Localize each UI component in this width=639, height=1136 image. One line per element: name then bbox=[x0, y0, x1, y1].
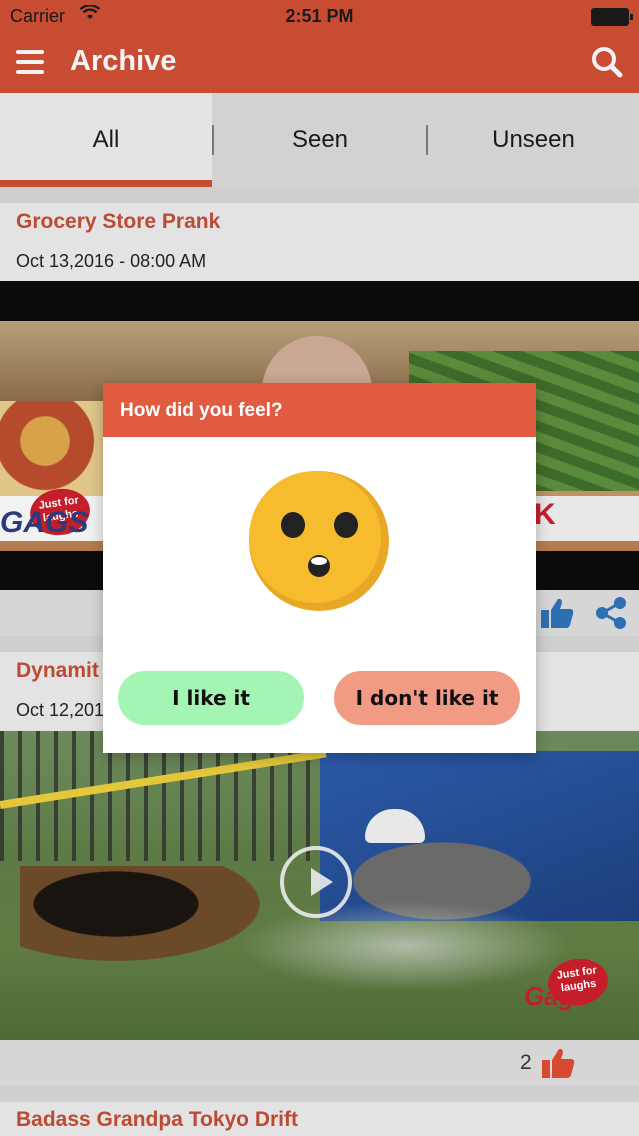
dialog-header: How did you feel? bbox=[103, 383, 536, 437]
dislike-button[interactable]: I don't like it bbox=[334, 671, 520, 725]
surprised-face-icon bbox=[248, 470, 390, 612]
dialog-title: How did you feel? bbox=[120, 400, 283, 421]
feedback-dialog: How did you feel? I like it I don't like… bbox=[103, 383, 536, 753]
like-button[interactable]: I like it bbox=[118, 671, 304, 725]
